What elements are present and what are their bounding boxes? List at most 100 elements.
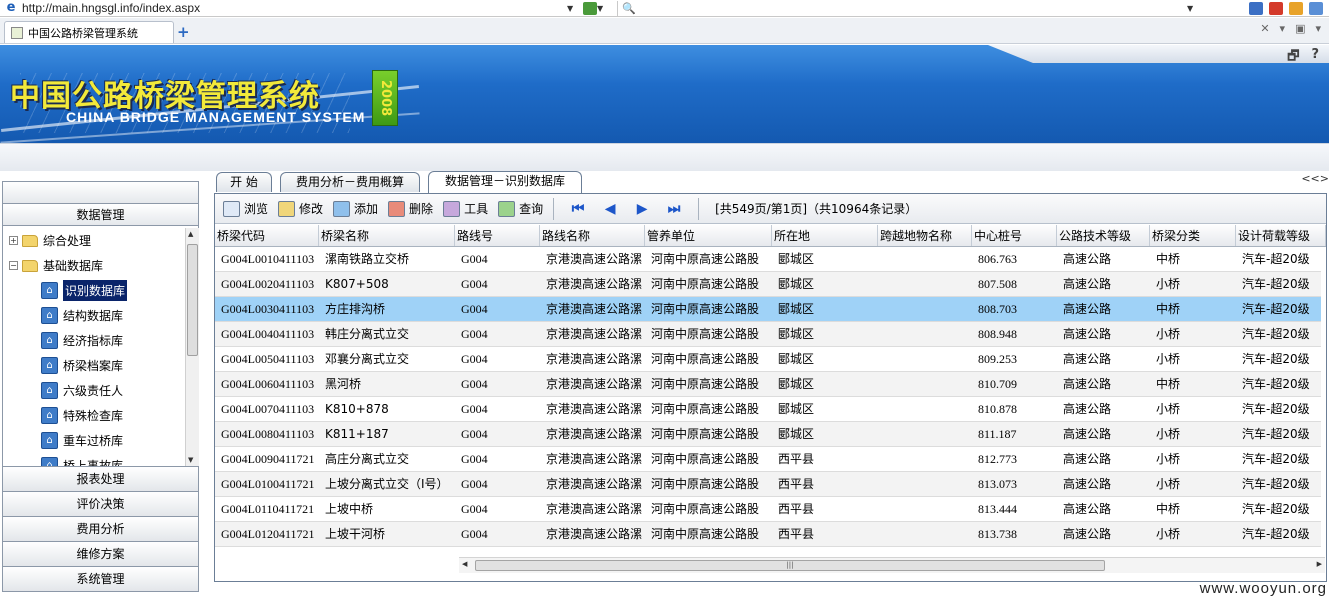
col-maintainer-cell: 河南中原高速公路股 bbox=[651, 302, 760, 316]
table-row[interactable]: G004L0110411721 上坡中桥 G004 京港澳高速公路漯 河南中原高速公路股… bbox=[215, 497, 1321, 522]
delete-button[interactable]: 删除 bbox=[386, 198, 435, 220]
tools-dropdown-icon[interactable]: ▾ bbox=[1280, 22, 1286, 35]
browser-tab-title: 中国公路桥梁管理系统 bbox=[28, 26, 138, 40]
table-row[interactable]: G004L0090411721 高庄分离式立交 G004 京港澳高速公路漯 河南中原高速… bbox=[215, 447, 1321, 472]
scroll-up-icon[interactable]: ▲ bbox=[188, 230, 193, 238]
col-road-grade-cell: 高速公路 bbox=[1063, 277, 1112, 291]
tools-label: 工具 bbox=[464, 202, 489, 216]
col-bridge-code-cell: G004L0010411103 bbox=[221, 252, 315, 266]
page-info: [共549页/第1页]（共10964条记录） bbox=[715, 202, 918, 216]
page-icon bbox=[11, 26, 23, 39]
feed-icon[interactable]: ▣ bbox=[1295, 22, 1305, 35]
edit-button[interactable]: 修改 bbox=[276, 198, 325, 220]
sidebar-section-system[interactable]: 系统管理 bbox=[3, 566, 198, 591]
search-box[interactable]: 🔍 bbox=[617, 0, 1187, 16]
weibo-icon[interactable] bbox=[1289, 1, 1303, 15]
header-col-bridge-class[interactable]: 桥梁分类 bbox=[1150, 225, 1236, 246]
sidebar: 数据管理 + 综合处理 − 基础数据库 ⌂ 识别数据库 ⌂ 结构数据库 ⌂ 经济… bbox=[2, 181, 199, 592]
tree-item-heavy-vehicle-db[interactable]: ⌂ 重车过桥库 bbox=[3, 428, 185, 453]
tab-scroll-arrows[interactable]: <<> bbox=[1301, 172, 1329, 185]
tree-scrollbar[interactable]: ▲ ▼ bbox=[185, 228, 199, 466]
table-row[interactable]: G004L0100411721 上坡分离式立交（I号） G004 京港澳高速公路漯 河南… bbox=[215, 472, 1321, 497]
grid-horizontal-scrollbar[interactable]: ◀ ||| ▶ bbox=[459, 557, 1325, 573]
tree-node-comprehensive[interactable]: + 综合处理 bbox=[3, 228, 185, 253]
url-dropdown-icon[interactable]: ▼ bbox=[567, 4, 579, 13]
header-col-crossing[interactable]: 跨越地物名称 bbox=[878, 225, 972, 246]
header-col-route-no[interactable]: 路线号 bbox=[455, 225, 540, 246]
prev-page-icon[interactable]: ◀ bbox=[598, 198, 622, 220]
url-field[interactable]: http://main.hngsgl.info/index.aspx bbox=[22, 1, 567, 15]
header-col-road-grade[interactable]: 公路技术等级 bbox=[1057, 225, 1150, 246]
scroll-right-icon[interactable]: ▶ bbox=[1317, 560, 1322, 568]
page-menu-icon[interactable]: ▾ bbox=[1315, 22, 1321, 35]
tools-button[interactable]: 工具 bbox=[441, 198, 490, 220]
tree-item-responsible-db[interactable]: ⌂ 六级责任人 bbox=[3, 378, 185, 403]
first-page-icon[interactable]: ⏮ bbox=[566, 198, 590, 220]
baidu-icon[interactable] bbox=[1249, 1, 1263, 15]
col-location-cell: 郾城区 bbox=[778, 277, 815, 291]
last-page-icon[interactable]: ⏭ bbox=[662, 198, 686, 220]
header-col-route-name[interactable]: 路线名称 bbox=[540, 225, 645, 246]
header-col-maintainer[interactable]: 管养单位 bbox=[645, 225, 772, 246]
sidebar-section-maintenance[interactable]: 维修方案 bbox=[3, 541, 198, 566]
tree-item-label: 识别数据库 bbox=[63, 280, 128, 301]
sidebar-section-evaluation[interactable]: 评价决策 bbox=[3, 491, 198, 516]
tree-item-special-inspection-db[interactable]: ⌂ 特殊检查库 bbox=[3, 403, 185, 428]
header-col-load-grade[interactable]: 设计荷载等级 bbox=[1236, 225, 1326, 246]
tab-identification-db[interactable]: 数据管理－识别数据库 bbox=[428, 171, 582, 193]
tab-start[interactable]: 开 始 bbox=[216, 172, 272, 192]
google-icon[interactable] bbox=[1309, 1, 1323, 15]
col-bridge-class-cell: 小桥 bbox=[1156, 402, 1181, 416]
tree-item-structure-db[interactable]: ⌂ 结构数据库 bbox=[3, 303, 185, 328]
col-route-no-cell: G004 bbox=[461, 302, 488, 316]
col-bridge-name-cell: 上坡干河桥 bbox=[325, 527, 386, 541]
tree-item-economic-db[interactable]: ⌂ 经济指标库 bbox=[3, 328, 185, 353]
header-col-bridge-name[interactable]: 桥梁名称 bbox=[319, 225, 455, 246]
close-tab-icon[interactable]: ✕ bbox=[1260, 22, 1269, 35]
add-button[interactable]: 添加 bbox=[331, 198, 380, 220]
table-row[interactable]: G004L0070411103 K810+878 G004 京港澳高速公路漯 河南中原高… bbox=[215, 397, 1321, 422]
help-icon[interactable]: ? bbox=[1311, 47, 1319, 69]
header-col-center-stake[interactable]: 中心桩号 bbox=[972, 225, 1057, 246]
sidebar-header-data-management[interactable]: 数据管理 bbox=[3, 204, 198, 226]
tree-item-identification-db[interactable]: ⌂ 识别数据库 bbox=[3, 278, 185, 303]
sidebar-section-cost[interactable]: 费用分析 bbox=[3, 516, 198, 541]
table-row[interactable]: G004L0120411721 上坡干河桥 G004 京港澳高速公路漯 河南中原高速公路… bbox=[215, 522, 1321, 547]
query-button[interactable]: 查询 bbox=[496, 198, 545, 220]
search-icon: 🔍 bbox=[622, 1, 636, 15]
table-row[interactable]: G004L0040411103 韩庄分离式立交 G004 京港澳高速公路漯 河南中原高速… bbox=[215, 322, 1321, 347]
next-page-icon[interactable]: ▶ bbox=[630, 198, 654, 220]
scroll-left-icon[interactable]: ◀ bbox=[462, 560, 467, 568]
tab-cost-estimate[interactable]: 费用分析－费用概算 bbox=[280, 172, 420, 192]
tree-scroll-thumb[interactable] bbox=[187, 244, 198, 356]
sidebar-section-reports[interactable]: 报表处理 bbox=[3, 466, 198, 491]
tree-node-base-db[interactable]: − 基础数据库 bbox=[3, 253, 185, 278]
browse-icon bbox=[223, 200, 240, 217]
new-tab-button[interactable]: + bbox=[177, 23, 190, 41]
grid-scroll-thumb[interactable]: ||| bbox=[475, 560, 1105, 571]
tree-item-accident-db[interactable]: ⌂ 桥上事故库 bbox=[3, 453, 185, 466]
col-route-name-cell: 京港澳高速公路漯 bbox=[546, 427, 643, 441]
search-engine-icon[interactable] bbox=[1269, 1, 1283, 15]
col-road-grade-cell: 高速公路 bbox=[1063, 527, 1112, 541]
scroll-down-icon[interactable]: ▼ bbox=[188, 456, 193, 464]
table-row[interactable]: G004L0030411103 方庄排沟桥 G004 京港澳高速公路漯 河南中原高速公路… bbox=[215, 297, 1321, 322]
table-row[interactable]: G004L0020411103 K807+508 G004 京港澳高速公路漯 河南中原高… bbox=[215, 272, 1321, 297]
header-col-location[interactable]: 所在地 bbox=[772, 225, 878, 246]
expand-icon[interactable]: + bbox=[9, 236, 18, 245]
table-row[interactable]: G004L0080411103 K811+187 G004 京港澳高速公路漯 河南中原高… bbox=[215, 422, 1321, 447]
table-row[interactable]: G004L0060411103 黑河桥 G004 京港澳高速公路漯 河南中原高速公路股 郾… bbox=[215, 372, 1321, 397]
refresh-dropdown-icon[interactable]: ▼ bbox=[597, 4, 609, 13]
collapse-icon[interactable]: − bbox=[9, 261, 18, 270]
restore-icon[interactable]: 🗗 bbox=[1287, 47, 1299, 69]
col-road-grade-cell: 高速公路 bbox=[1063, 302, 1112, 316]
header-col-bridge-code[interactable]: 桥梁代码 bbox=[215, 225, 319, 246]
browse-button[interactable]: 浏览 bbox=[221, 198, 270, 220]
table-row[interactable]: G004L0050411103 邓襄分离式立交 G004 京港澳高速公路漯 河南中原高速… bbox=[215, 347, 1321, 372]
col-crossing-cell bbox=[878, 372, 972, 397]
search-dropdown-icon[interactable]: ▼ bbox=[1187, 4, 1199, 13]
browser-tab[interactable]: 中国公路桥梁管理系统 bbox=[4, 21, 174, 43]
tree-item-archive-db[interactable]: ⌂ 桥梁档案库 bbox=[3, 353, 185, 378]
go-icon[interactable] bbox=[583, 1, 597, 15]
table-row[interactable]: G004L0010411103 漯南铁路立交桥 G004 京港澳高速公路漯 河南中原高速… bbox=[215, 247, 1321, 272]
